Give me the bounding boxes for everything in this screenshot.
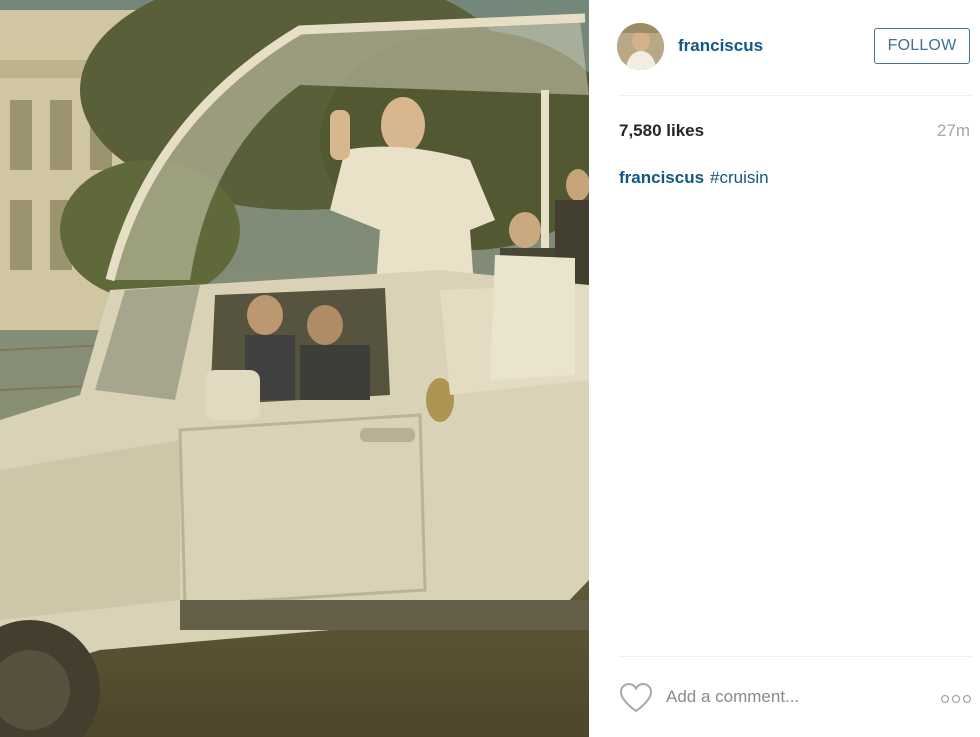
post-photo-illustration: [0, 0, 589, 737]
follow-button[interactable]: FOLLOW: [874, 28, 970, 64]
comment-input[interactable]: [666, 682, 906, 712]
post-author-username[interactable]: franciscus: [678, 36, 763, 56]
post-photo[interactable]: [0, 0, 589, 737]
caption-username[interactable]: franciscus: [619, 168, 704, 187]
post-caption: franciscus #cruisin: [619, 168, 769, 188]
post-panel: franciscus FOLLOW 7,580 likes 27m franci…: [589, 0, 980, 737]
more-options-icon[interactable]: [940, 694, 972, 704]
comment-bar: [589, 660, 980, 737]
avatar[interactable]: [617, 23, 664, 70]
header-divider: [619, 95, 971, 96]
comment-divider: [619, 656, 971, 657]
caption-hashtag[interactable]: #cruisin: [710, 168, 769, 187]
post-timestamp[interactable]: 27m: [937, 121, 970, 141]
heart-icon[interactable]: [619, 682, 653, 713]
avatar-image: [617, 23, 664, 70]
post-header: franciscus FOLLOW: [589, 0, 980, 95]
likes-count[interactable]: 7,580 likes: [619, 121, 704, 141]
